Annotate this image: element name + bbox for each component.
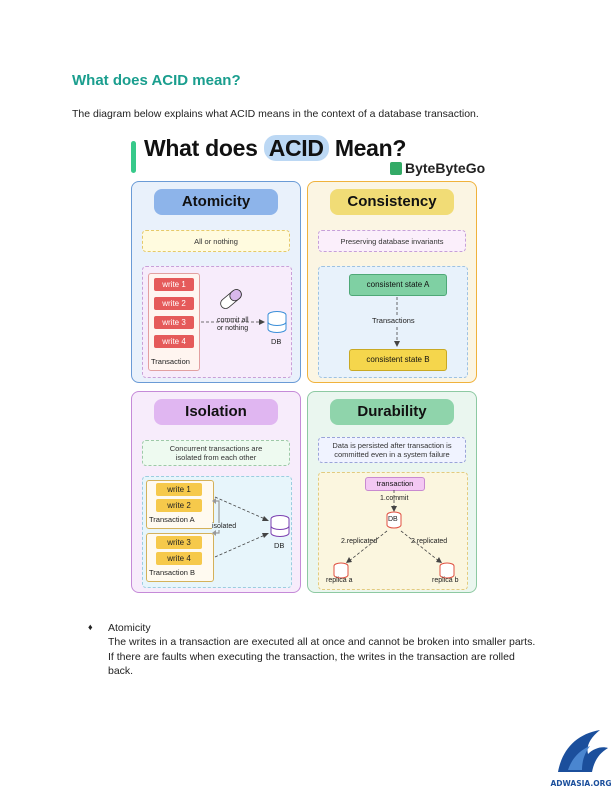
replicated-left-label: 2.replicated [341, 538, 378, 545]
database-icon [270, 515, 290, 537]
durability-subtitle-line-2: committed even in a system failure [334, 450, 450, 459]
bullet-title: Atomicity [108, 622, 151, 634]
isolated-label: isolated [212, 523, 237, 530]
isolation-subtitle-line-2: isolated from each other [175, 453, 257, 462]
consistency-title: Consistency [330, 189, 454, 215]
pill-icon [220, 289, 242, 309]
brand-logo: ByteByteGo [390, 160, 485, 176]
bullet-text: The writes in a transaction are executed… [108, 636, 536, 677]
consistency-illustration: consistent state A Transactions consiste… [318, 266, 468, 378]
acid-diagram: What does ACID Mean? ByteByteGo Atomicit… [124, 133, 488, 601]
isolation-illustration: write 1 write 2 Transaction A write 3 wr… [142, 476, 292, 588]
isolation-subtitle: Concurrent transactions are isolated fro… [142, 440, 290, 466]
atomicity-panel: Atomicity All or nothing write 1 write 2… [131, 181, 301, 383]
durability-subtitle-line-1: Data is persisted after transaction is [332, 441, 452, 450]
transactions-label: Transactions [370, 316, 417, 325]
db-label: DB [388, 516, 398, 523]
commit-label: 1.commit [380, 495, 409, 502]
watermark-logo: ADWASIA.ORG [550, 730, 612, 788]
title-accent-bar [131, 141, 136, 173]
title-part-2: Mean? [334, 135, 407, 161]
watermark-text: ADWASIA.ORG [550, 779, 611, 788]
page-heading: What does ACID mean? [72, 72, 241, 89]
replica-b-label: replica b [432, 577, 459, 584]
isolation-connectors [212, 496, 290, 558]
durability-panel: Durability Data is persisted after trans… [307, 391, 477, 593]
consistency-panel: Consistency Preserving database invarian… [307, 181, 477, 383]
replica-a-icon [333, 562, 349, 579]
commit-label-2: or nothing [217, 325, 249, 332]
title-part-1: What does [144, 135, 258, 161]
db-label: DB [271, 337, 282, 346]
bullet-diamond: ♦ [88, 622, 93, 632]
isolation-subtitle-line-1: Concurrent transactions are [169, 444, 263, 453]
replicated-right-label: 2.replicated [411, 538, 448, 545]
isolation-panel: Isolation Concurrent transactions are is… [131, 391, 301, 593]
atomicity-subtitle: All or nothing [142, 230, 290, 252]
durability-title: Durability [330, 399, 454, 425]
diagram-title: What does ACID Mean? [144, 135, 406, 162]
intro-paragraph: The diagram below explains what ACID mea… [72, 108, 479, 120]
title-acid: ACID [263, 135, 329, 161]
db-label: DB [274, 541, 285, 550]
commit-label-1: commit all [217, 317, 249, 324]
database-icon [267, 311, 287, 333]
replica-a-label: replica a [326, 577, 353, 584]
durability-subtitle: Data is persisted after transaction is c… [318, 437, 466, 463]
replica-b-icon [439, 562, 455, 579]
isolation-title: Isolation [154, 399, 278, 425]
consistency-subtitle: Preserving database invariants [318, 230, 466, 252]
durability-connectors [333, 490, 455, 579]
consistent-state-b: consistent state B [349, 349, 447, 371]
atomicity-illustration: write 1 write 2 write 3 write 4 Transact… [142, 266, 292, 378]
atomicity-title: Atomicity [154, 189, 278, 215]
brand-icon [390, 162, 402, 175]
durability-illustration: transaction 1.commit DB 2.replicated 2.r… [318, 472, 468, 590]
brand-name: ByteByteGo [405, 160, 486, 176]
